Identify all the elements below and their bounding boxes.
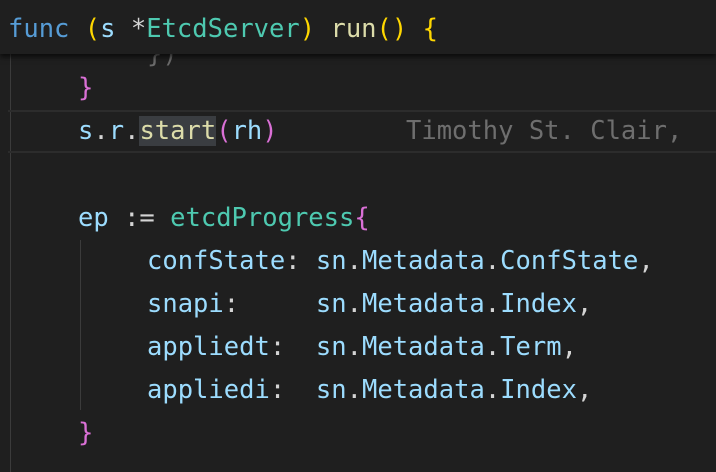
receiver-paren-close: ) — [299, 14, 316, 44]
dot: . — [346, 332, 362, 362]
blame-author: Timothy St. Clair, — [406, 116, 683, 146]
code-line-field[interactable]: snapi: sn.Metadata.Index, — [147, 283, 592, 326]
field-name: snapi — [147, 289, 224, 319]
dot: . — [346, 289, 362, 319]
etcd-progress-type: etcdProgress — [170, 203, 355, 233]
call-paren-open: ( — [216, 116, 232, 146]
leaf-field: ConfState — [500, 246, 639, 276]
comma: , — [638, 246, 654, 276]
field-pad — [285, 332, 316, 362]
code-line-close-brace[interactable]: } — [78, 67, 93, 110]
field-colon: : — [269, 375, 286, 405]
ep-variable: ep — [78, 203, 109, 233]
code-line-ep-assign[interactable]: ep := etcdProgress{ — [78, 197, 370, 240]
code-line-field[interactable]: confState: sn.Metadata.ConfState, — [147, 240, 654, 283]
comma: , — [561, 332, 577, 362]
receiver-paren-open: ( — [84, 14, 101, 44]
start-function[interactable]: start — [139, 116, 217, 146]
keyword-func: func — [8, 14, 70, 44]
field-name: confState — [147, 246, 286, 276]
field-colon: : — [285, 246, 301, 276]
leaf-field: Term — [500, 332, 562, 362]
metadata-field: Metadata — [361, 246, 485, 276]
field-name: appliedt — [147, 332, 270, 362]
field-colon: : — [223, 289, 240, 319]
leaf-field: Index — [500, 289, 577, 319]
leaf-field: Index — [500, 375, 577, 405]
metadata-field: Metadata — [361, 289, 485, 319]
receiver-name: s — [100, 14, 116, 44]
sn-variable: sn — [315, 246, 347, 276]
field-name: appliedi — [147, 375, 270, 405]
raft-field: r — [108, 116, 125, 146]
method-parens: () — [376, 14, 408, 44]
dot: . — [93, 116, 109, 146]
sticky-func-line[interactable]: func (s *EtcdServer) run() { — [8, 8, 438, 51]
comma: , — [576, 375, 593, 405]
code-line-field[interactable]: appliedi: sn.Metadata.Index, — [147, 369, 592, 412]
sn-variable: sn — [315, 375, 347, 405]
metadata-field: Metadata — [361, 375, 485, 405]
sn-variable: sn — [315, 289, 347, 319]
start-receiver: s — [78, 116, 94, 146]
sn-variable: sn — [315, 332, 347, 362]
assign-operator: := — [108, 203, 171, 233]
dot: . — [346, 375, 362, 405]
struct-close-brace: } — [78, 418, 94, 448]
indent-guide-2 — [80, 240, 81, 410]
dot: . — [484, 332, 501, 362]
dot: . — [484, 375, 501, 405]
function-open-brace: { — [422, 14, 438, 44]
comma: , — [576, 289, 593, 319]
dot: . — [124, 116, 140, 146]
dot: . — [484, 246, 501, 276]
field-pad — [239, 289, 316, 319]
receiver-type: EtcdServer — [146, 14, 300, 44]
field-colon: : — [269, 332, 286, 362]
method-name: run — [330, 14, 377, 44]
call-paren-close: ) — [262, 116, 278, 146]
field-pad — [285, 375, 316, 405]
code-line-start-call[interactable]: s.r.start(rh) — [78, 110, 278, 153]
field-pad — [301, 246, 316, 276]
git-blame-annotation[interactable]: Timothy St. Clair, — [406, 110, 682, 153]
code-line-field[interactable]: appliedt: sn.Metadata.Term, — [147, 326, 577, 369]
close-brace: } — [78, 73, 94, 103]
dot: . — [346, 246, 362, 276]
sticky-scroll-header[interactable]: func (s *EtcdServer) run() { — [0, 0, 716, 54]
call-argument: rh — [231, 116, 263, 146]
struct-open-brace: { — [354, 203, 370, 233]
pointer-star: * — [130, 14, 147, 44]
metadata-field: Metadata — [361, 332, 485, 362]
dot: . — [484, 289, 501, 319]
code-line-struct-close[interactable]: } — [78, 412, 93, 455]
